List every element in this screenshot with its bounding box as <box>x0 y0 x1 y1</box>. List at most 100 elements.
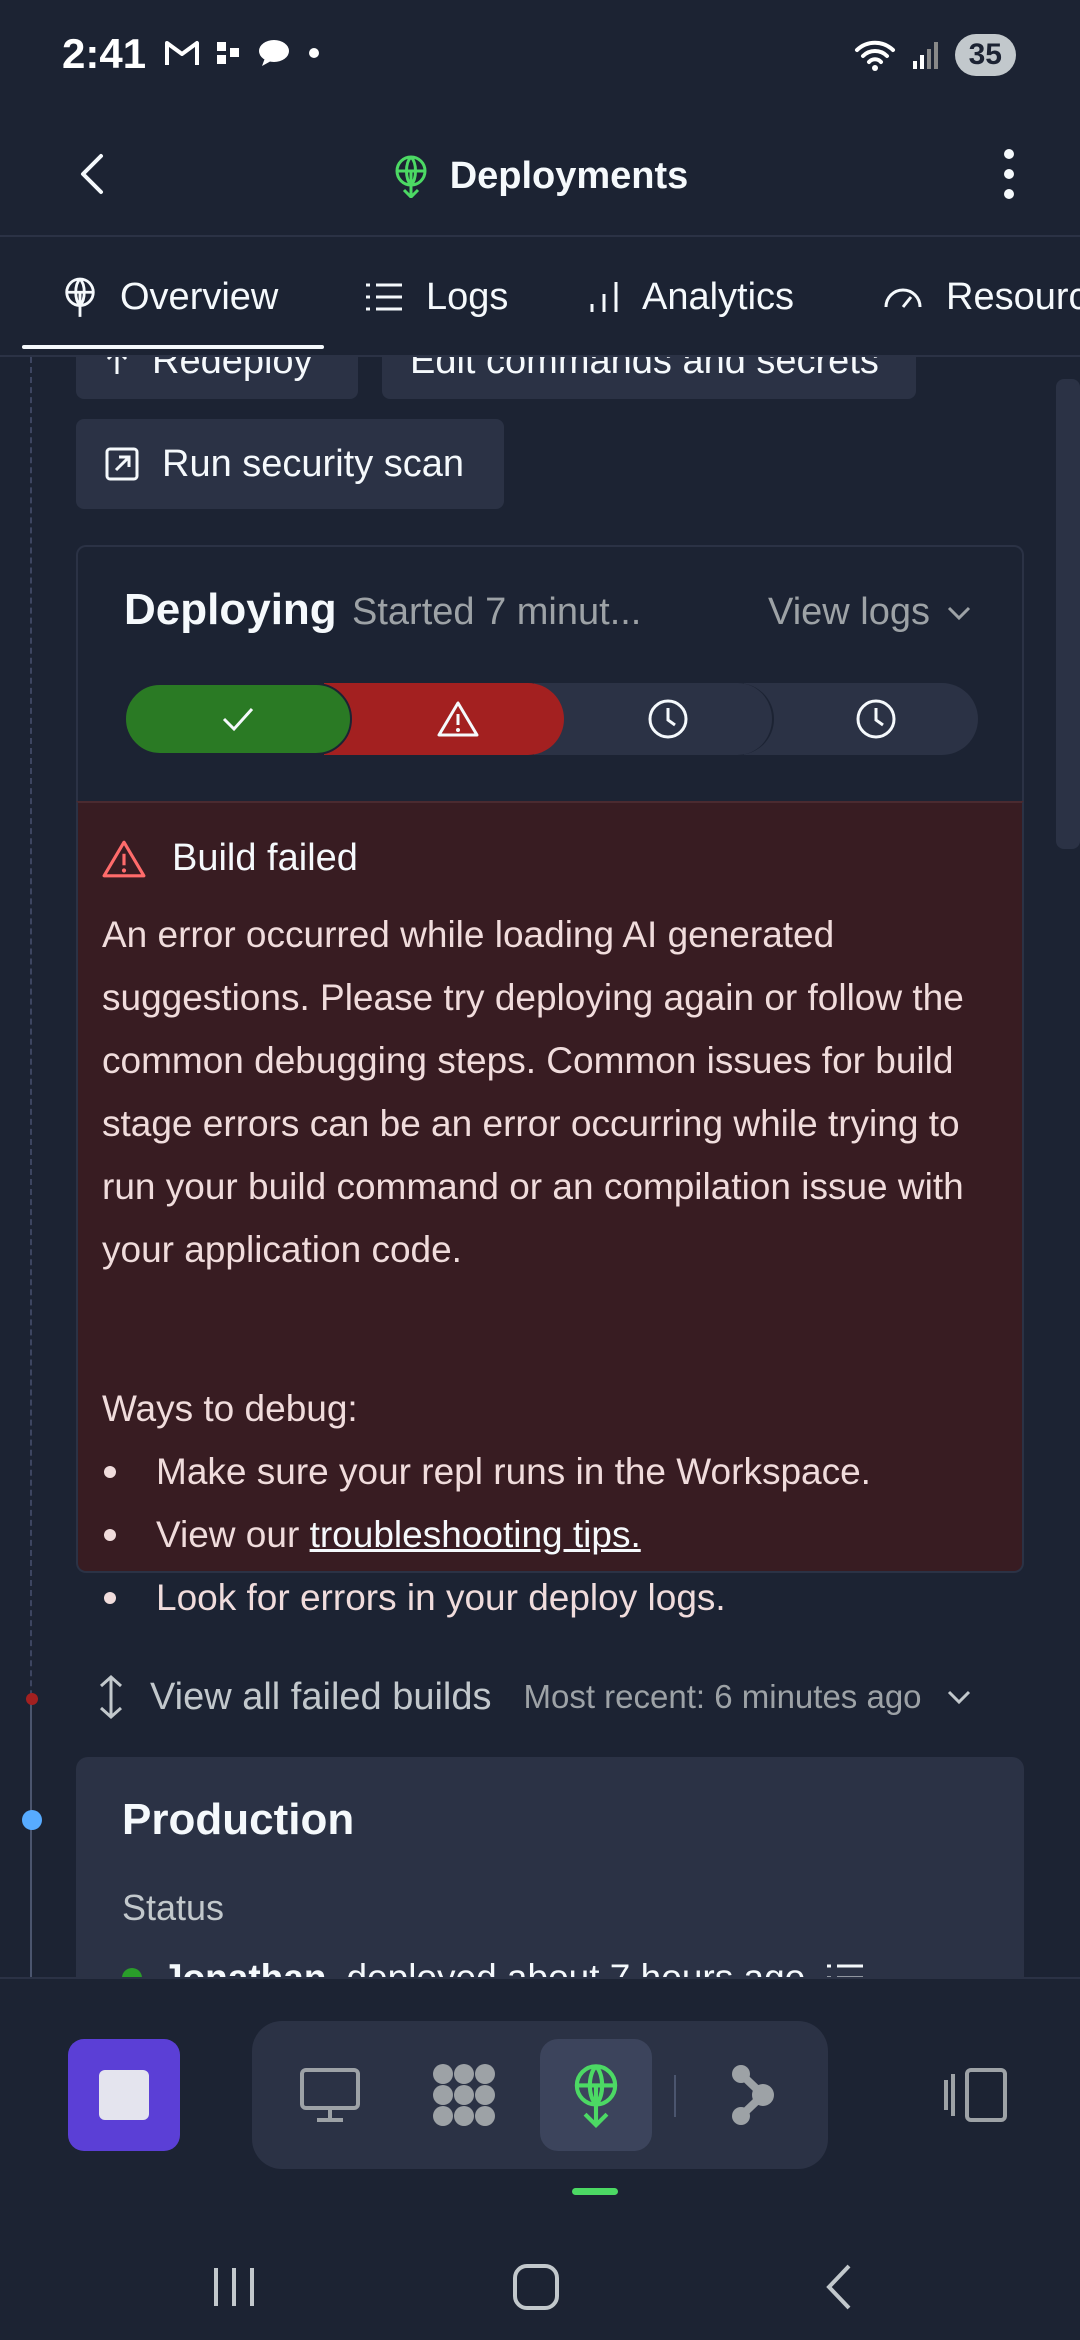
active-tool-indicator <box>572 2188 618 2195</box>
deploy-time: deployed about 7 hours ago <box>346 1957 805 1977</box>
deploying-title: Deploying <box>124 585 337 634</box>
chevron-left-icon <box>81 154 103 194</box>
deploying-card: Deploying Started 7 minut... View logs <box>76 545 1024 803</box>
stop-button[interactable] <box>68 2039 180 2151</box>
status-time: 2:41 <box>62 30 147 77</box>
external-link-icon <box>105 447 139 481</box>
wifi-icon <box>854 40 895 71</box>
more-options-button[interactable] <box>974 139 1044 209</box>
timeline-dot-failed <box>26 1693 38 1705</box>
step-build-success[interactable] <box>124 683 352 755</box>
step-pending[interactable] <box>744 683 978 755</box>
gauge-icon <box>884 288 922 308</box>
deployer-name: Jonathan <box>162 1957 326 1977</box>
deployment-timeline[interactable]: Redeploy Edit commands and secrets Run s… <box>0 357 1080 1977</box>
app-header: Deployments <box>0 115 1080 237</box>
recent-apps-button[interactable] <box>174 2247 294 2327</box>
view-logs-button[interactable]: View logs <box>768 591 972 634</box>
bar-chart-icon <box>590 282 618 312</box>
kebab-menu-icon <box>1004 149 1014 199</box>
build-failed-message: An error occurred while loading AI gener… <box>102 914 964 1270</box>
clock-icon <box>648 699 688 739</box>
build-failed-title: Build failed <box>172 837 358 879</box>
home-button[interactable] <box>476 2247 596 2327</box>
slack-icon <box>217 42 239 64</box>
redeploy-label: Redeploy <box>152 357 313 382</box>
timeline-line <box>30 1697 32 1977</box>
recent-apps-icon <box>214 2268 254 2306</box>
production-status-label: Status <box>122 1887 225 1928</box>
production-deploy-info: Jonathan deployed about 7 hours ago <box>122 1957 865 1977</box>
tab-logs[interactable]: Logs <box>364 237 509 355</box>
chat-icon <box>259 40 289 66</box>
stop-icon <box>99 2070 149 2120</box>
back-icon <box>826 2264 851 2310</box>
tab-label: Logs <box>426 275 509 318</box>
tab-resources[interactable]: Resources <box>882 237 1080 355</box>
warning-icon <box>102 840 146 877</box>
deploy-progress <box>124 683 978 755</box>
battery-indicator: 35 <box>954 34 1016 76</box>
tab-overview[interactable]: Overview <box>62 237 279 355</box>
tab-analytics[interactable]: Analytics <box>588 237 795 355</box>
webview-tool[interactable] <box>274 2039 386 2151</box>
system-navigation-bar <box>0 2227 1080 2340</box>
system-status: 35 <box>853 34 1016 76</box>
check-icon <box>222 707 254 732</box>
build-failed-panel: Build failed An error occurred while loa… <box>76 801 1024 1618</box>
redeploy-button[interactable]: Redeploy <box>76 357 358 399</box>
edit-commands-button[interactable]: Edit commands and secrets <box>382 357 916 399</box>
failed-builds-recent: Most recent: 6 minutes ago <box>523 1678 922 1715</box>
page-title: Deployments <box>449 154 689 197</box>
list-icon <box>827 1964 864 1977</box>
list-item: View our troubleshooting tips. <box>102 1503 1002 1566</box>
monitor-icon <box>300 2068 360 2122</box>
tab-bar: Overview Logs Analytics Resources <box>0 237 1080 357</box>
list-icon <box>366 283 402 311</box>
clock-icon <box>856 699 896 739</box>
chevron-down-icon <box>947 606 971 620</box>
back-button[interactable] <box>56 139 126 209</box>
deployments-icon <box>574 2064 618 2128</box>
step-build-failed[interactable] <box>324 683 564 755</box>
debug-steps: Ways to debug: Make sure your repl runs … <box>102 1377 1002 1629</box>
deployments-icon <box>65 277 95 317</box>
tab-label: Resources <box>946 275 1080 318</box>
agent-tool[interactable] <box>696 2039 808 2151</box>
arrow-up-icon <box>106 357 128 374</box>
deployments-icon <box>395 155 427 198</box>
run-security-scan-button[interactable]: Run security scan <box>76 419 504 509</box>
bottom-toolbar <box>0 1977 1080 2227</box>
header-title-group: Deployments <box>0 115 1080 237</box>
debug-steps-title: Ways to debug: <box>102 1388 358 1429</box>
step-pending[interactable] <box>534 683 774 755</box>
tools-grid-icon <box>433 2064 495 2126</box>
chevron-down-icon <box>947 1690 970 1705</box>
list-item: Make sure your repl runs in the Workspac… <box>102 1440 1002 1503</box>
layout-toggle-button[interactable] <box>920 2039 1032 2151</box>
home-icon <box>513 2264 559 2310</box>
notification-icons <box>165 38 321 68</box>
tab-label: Analytics <box>642 275 795 318</box>
system-back-button[interactable] <box>778 2247 898 2327</box>
security-scan-label: Run security scan <box>162 442 465 485</box>
all-tools-button[interactable] <box>408 2039 520 2151</box>
agent-icon <box>732 2065 774 2125</box>
tool-group <box>252 2021 828 2169</box>
signal-icon <box>912 42 938 69</box>
warning-icon <box>437 701 479 737</box>
failed-builds-label: View all failed builds <box>150 1675 492 1718</box>
split-view-icon <box>944 2068 1007 2122</box>
scrollbar[interactable] <box>1056 379 1080 849</box>
troubleshooting-tips-link[interactable]: troubleshooting tips. <box>310 1514 641 1555</box>
gmail-icon <box>165 41 199 65</box>
deployments-tool[interactable] <box>540 2039 652 2151</box>
build-failed-header: Build failed <box>102 837 358 880</box>
tab-label: Overview <box>120 275 279 318</box>
edit-commands-label: Edit commands and secrets <box>410 357 879 382</box>
toolbar-divider <box>674 2075 676 2117</box>
timeline-dot-current <box>22 1810 42 1830</box>
status-bar: 2:41 35 <box>0 0 1080 115</box>
view-failed-builds-button[interactable]: View all failed builds Most recent: 6 mi… <box>96 1657 1026 1737</box>
production-card[interactable]: Production Status Jonathan deployed abou… <box>76 1757 1024 1977</box>
